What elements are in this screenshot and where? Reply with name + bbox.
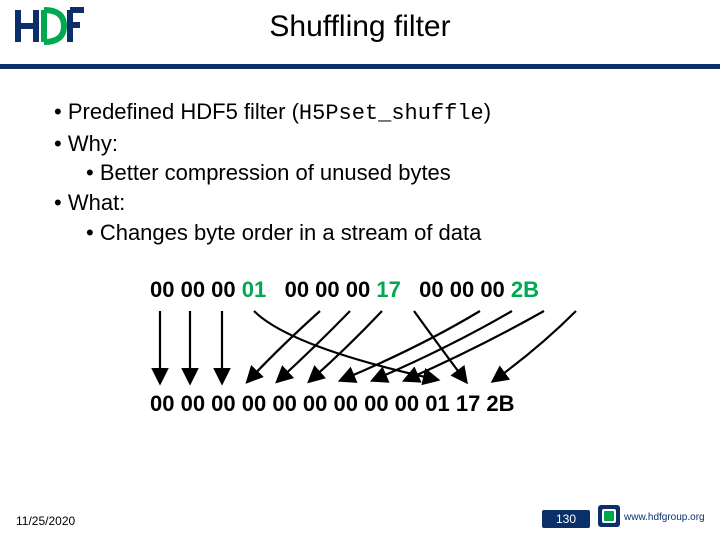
group1-bytes: 00 00 00 [150, 277, 242, 302]
bullet-what: What: [54, 188, 666, 218]
output-bytes-row: 00 00 00 00 00 00 00 00 00 01 17 2B [150, 389, 666, 419]
footer-date: 11/25/2020 [16, 514, 75, 528]
gap2 [401, 277, 419, 302]
bullet-what-sub: Changes byte order in a stream of data [54, 218, 666, 248]
hdf-logo [14, 6, 84, 51]
input-bytes-row: 00 00 00 01 00 00 00 17 00 00 00 2B [150, 275, 666, 305]
group1-last-byte: 01 [242, 277, 266, 302]
bullet-predefined-text-b: ) [484, 99, 491, 124]
page-number: 130 [542, 510, 590, 528]
footer-logo: www.hdfgroup.org [598, 505, 710, 530]
shuffle-arrows [150, 307, 670, 387]
gap1 [266, 277, 284, 302]
group3-bytes: 00 00 00 [419, 277, 511, 302]
bullet-why-sub: Better compression of unused bytes [54, 158, 666, 188]
bullet-predefined: Predefined HDF5 filter (H5Pset_shuffle) [54, 97, 666, 129]
slide-body: Predefined HDF5 filter (H5Pset_shuffle) … [0, 69, 720, 419]
footer-url-text: www.hdfgroup.org [623, 512, 705, 523]
group2-last-byte: 17 [376, 277, 400, 302]
byte-diagram: 00 00 00 01 00 00 00 17 00 00 00 2B [150, 275, 666, 418]
output-bytes-b: 00 00 00 00 00 00 01 17 2B [242, 391, 515, 416]
footer: 11/25/2020 130 www.hdfgroup.org [0, 506, 720, 530]
bullet-predefined-text-a: Predefined HDF5 filter ( [68, 99, 299, 124]
code-h5pset-shuffle: H5Pset_shuffle [299, 101, 484, 126]
group3-last-byte: 2B [511, 277, 539, 302]
slide-title: Shuffling filter [0, 0, 720, 44]
arrows-area [150, 307, 670, 387]
bullet-why: Why: [54, 129, 666, 159]
output-bytes-a: 00 00 00 [150, 391, 242, 416]
group2-bytes: 00 00 00 [285, 277, 377, 302]
